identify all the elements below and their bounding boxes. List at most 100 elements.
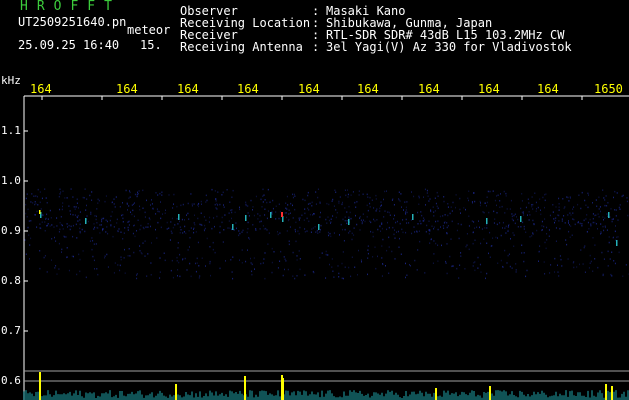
noise-dot [123, 257, 125, 259]
noise-dot [46, 202, 48, 204]
noise-dot [569, 212, 571, 214]
noise-dot [526, 269, 528, 272]
noise-dot [622, 275, 624, 277]
noise-dot [460, 223, 462, 226]
noise-dot [294, 195, 296, 197]
noise-dot [306, 217, 308, 220]
noise-dot [260, 198, 262, 201]
noise-dot [184, 257, 186, 260]
noise-dot [106, 253, 108, 256]
noise-dot [150, 204, 151, 206]
noise-dot [588, 267, 590, 269]
noise-dot [386, 228, 388, 231]
noise-dot [78, 253, 80, 256]
noise-dot [626, 197, 628, 199]
noise-dot [489, 256, 491, 258]
noise-dot [607, 250, 609, 253]
noise-dot [424, 272, 426, 274]
noise-dot [136, 277, 138, 280]
noise-dot [413, 195, 415, 198]
noise-dot [195, 231, 197, 233]
noise-dot [558, 275, 560, 277]
noise-dot [71, 255, 73, 258]
noise-dot [128, 197, 130, 199]
noise-dot [301, 214, 303, 216]
noise-dot [120, 258, 122, 261]
noise-dot [271, 213, 273, 215]
noise-dot [437, 260, 439, 262]
noise-dot [168, 227, 170, 229]
noise-dot [282, 274, 284, 277]
signal-speck [245, 215, 247, 221]
noise-dot [46, 271, 48, 273]
noise-dot [540, 209, 541, 211]
noise-dot [58, 268, 60, 270]
noise-dot [59, 208, 61, 211]
noise-dot [405, 218, 407, 221]
noise-dot [72, 214, 74, 216]
noise-dot [313, 271, 315, 274]
noise-dot [239, 208, 241, 211]
noise-dot [546, 226, 548, 229]
noise-dot [90, 211, 92, 214]
noise-dot [214, 190, 216, 192]
noise-dot [388, 226, 390, 229]
noise-dot [176, 205, 178, 208]
noise-dot [582, 263, 584, 265]
noise-dot [132, 209, 134, 212]
noise-dot [198, 205, 199, 208]
noise-dot [446, 226, 448, 229]
noise-dot [367, 245, 369, 247]
noise-dot [295, 221, 297, 224]
noise-dot [114, 206, 116, 208]
noise-dot [222, 241, 224, 243]
noise-dot [437, 195, 439, 197]
noise-dot [211, 227, 213, 230]
noise-dot [177, 247, 179, 249]
noise-dot [267, 210, 269, 212]
noise-dot [250, 199, 252, 202]
noise-dot [452, 201, 454, 204]
noise-dot [458, 277, 460, 279]
noise-dot [131, 204, 133, 206]
noise-dot [215, 207, 217, 209]
noise-dot [266, 229, 268, 231]
noise-dot [177, 223, 179, 225]
noise-dot [579, 263, 580, 266]
noise-dot [589, 218, 591, 221]
noise-dot [176, 256, 178, 259]
noise-dot [549, 214, 551, 217]
noise-dot [325, 218, 327, 221]
noise-dot [507, 230, 509, 232]
noise-dot [205, 265, 206, 267]
noise-dot [384, 210, 386, 212]
noise-dot [158, 210, 160, 213]
noise-dot [259, 214, 261, 217]
noise-dot [598, 216, 600, 218]
noise-dot [50, 217, 52, 219]
noise-dot [29, 258, 30, 260]
noise-dot [260, 220, 262, 223]
noise-dot [561, 265, 563, 267]
noise-dot [221, 221, 223, 224]
spectrogram-plot [23, 95, 629, 400]
noise-dot [128, 224, 130, 226]
noise-dot [580, 207, 582, 210]
noise-dot [87, 220, 89, 223]
noise-dot [559, 227, 561, 230]
noise-dot [473, 262, 475, 264]
noise-dot [44, 230, 46, 232]
noise-dot [191, 203, 193, 205]
noise-dot [54, 236, 55, 239]
noise-dot [355, 214, 356, 217]
noise-dot [94, 226, 96, 229]
noise-dot [382, 238, 384, 241]
noise-dot [146, 199, 147, 202]
noise-dot [275, 218, 277, 220]
noise-dot [445, 262, 447, 264]
noise-dot [532, 208, 534, 210]
noise-dot [520, 207, 522, 210]
noise-dot [359, 229, 361, 231]
noise-dot [472, 265, 474, 267]
noise-dot [204, 224, 206, 227]
